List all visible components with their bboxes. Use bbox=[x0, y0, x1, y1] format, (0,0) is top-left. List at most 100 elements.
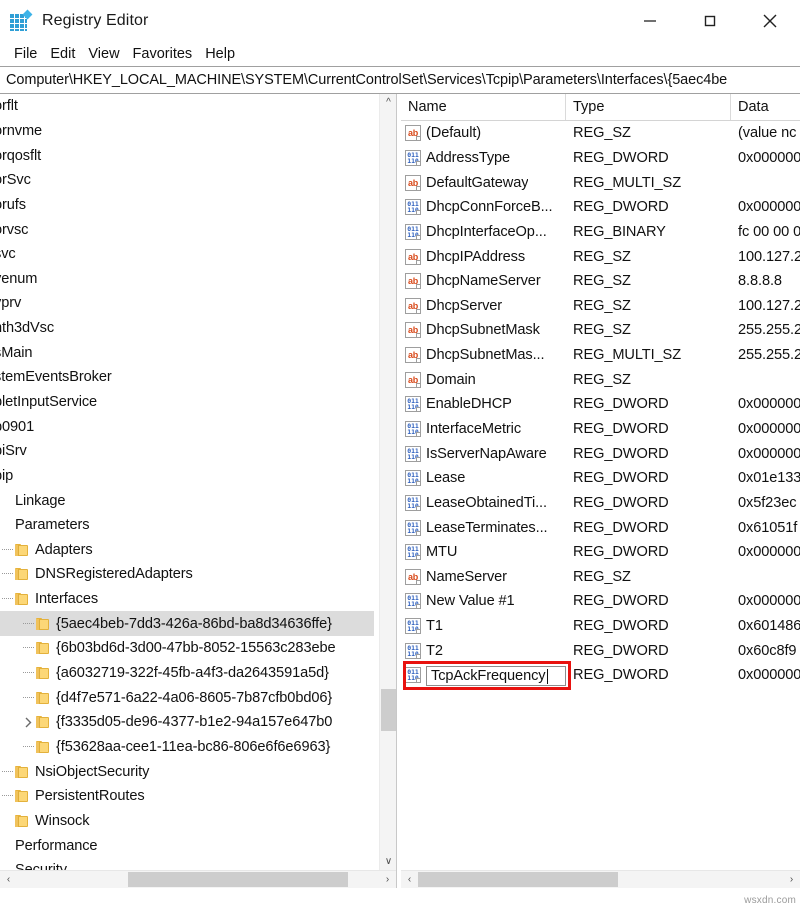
value-row[interactable]: ab DhcpNameServer REG_SZ 8.8.8.8 bbox=[401, 269, 800, 294]
address-bar[interactable]: Computer\HKEY_LOCAL_MACHINE\SYSTEM\Curre… bbox=[0, 66, 800, 94]
tree-item-label: orvsc bbox=[0, 221, 29, 238]
value-row[interactable]: 011110 MTU REG_DWORD 0x0000000 bbox=[401, 540, 800, 565]
tree-item[interactable]: {6b03bd6d-3d00-47bb-8052-15563c283ebe bbox=[0, 636, 374, 661]
menu-item-view[interactable]: View bbox=[82, 45, 126, 64]
tree-item[interactable]: Adapters bbox=[0, 538, 374, 563]
values-hscroll-right-icon[interactable]: › bbox=[783, 871, 800, 888]
value-name-text: DhcpSubnetMas... bbox=[426, 347, 545, 364]
tree-item[interactable]: {5aec4beb-7dd3-426a-86bd-ba8d34636ffe} bbox=[0, 611, 374, 637]
folder-icon bbox=[36, 617, 52, 631]
tree-item[interactable]: orSvc bbox=[0, 168, 374, 193]
tree-item-label: vprv bbox=[0, 295, 22, 312]
menu-item-help[interactable]: Help bbox=[199, 45, 242, 64]
value-row[interactable]: 011 110 LeaseTerminates... REG_DWORD 0x61051… bbox=[401, 515, 800, 540]
value-type-cell: REG_SZ bbox=[573, 273, 631, 290]
menu-item-edit[interactable]: Edit bbox=[44, 45, 82, 64]
value-data-cell: (value nc bbox=[738, 125, 797, 142]
tree-hscroll-left-icon[interactable]: ‹ bbox=[0, 871, 17, 888]
value-row[interactable]: 011 110 Lease REG_DWORD 0x01e133 bbox=[401, 466, 800, 491]
tree-item[interactable]: Interfaces bbox=[0, 587, 374, 612]
tree-scroll-down-icon[interactable]: ∨ bbox=[380, 853, 396, 870]
tree-item[interactable]: sMain bbox=[0, 340, 374, 365]
menu-item-favorites[interactable]: Favorites bbox=[127, 45, 200, 64]
value-row[interactable]: 011 110 LeaseObtainedTi... REG_DWORD 0x5f23e… bbox=[401, 491, 800, 516]
value-type-cell: REG_SZ bbox=[573, 568, 631, 585]
tree-item[interactable]: Parameters bbox=[0, 513, 374, 538]
tree-item[interactable]: Winsock bbox=[0, 809, 374, 834]
value-name-cell: ab NameServer bbox=[401, 568, 566, 585]
values-list[interactable]: ab (Default) REG_SZ (value nc 011 110 AddressT… bbox=[401, 121, 800, 688]
tree-item-label: bletInputService bbox=[0, 394, 98, 410]
value-row[interactable]: ab DhcpServer REG_SZ 100.127.2 bbox=[401, 293, 800, 318]
values-hscroll-left-icon[interactable]: ‹ bbox=[401, 871, 418, 888]
tree-item[interactable]: PersistentRoutes bbox=[0, 784, 374, 809]
value-row[interactable]: ab DhcpIPAddress REG_SZ 100.127.2 bbox=[401, 244, 800, 269]
tree-hscroll-thumb[interactable] bbox=[128, 872, 348, 887]
tree-item[interactable]: svc bbox=[0, 242, 374, 267]
maximize-button[interactable] bbox=[680, 0, 740, 42]
column-header-data[interactable]: Data bbox=[731, 94, 800, 120]
registry-tree[interactable]: orflt ornvme orqosflt orSvc orufs orvsc svc ven… bbox=[0, 94, 374, 870]
tree-item[interactable]: {a6032719-322f-45fb-a4f3-da2643591a5d} bbox=[0, 661, 374, 686]
tree-item[interactable]: orufs bbox=[0, 193, 374, 218]
minimize-button[interactable] bbox=[620, 0, 680, 42]
value-rename-input[interactable]: TcpAckFrequency bbox=[426, 666, 566, 687]
value-row[interactable]: 011110 New Value #1 REG_DWORD 0x0000000 bbox=[401, 589, 800, 614]
value-row[interactable]: 011110 EnableDHCP REG_DWORD 0x0000000 bbox=[401, 392, 800, 417]
value-type-cell: REG_DWORD bbox=[573, 421, 669, 437]
string-value-icon: ab bbox=[405, 174, 421, 191]
tree-hscroll-right-icon[interactable]: › bbox=[379, 871, 396, 888]
tree-item[interactable]: Linkage bbox=[0, 488, 374, 513]
tree-item[interactable]: orflt bbox=[0, 94, 374, 119]
value-row[interactable]: ab DhcpSubnetMas... REG_MULTI_SZ 255.255.2 bbox=[401, 343, 800, 368]
value-row[interactable]: 011 110 DhcpInterfaceOp... REG_BINARY fc 00 … bbox=[401, 220, 800, 245]
tree-item[interactable]: piSrv bbox=[0, 439, 374, 464]
value-row[interactable]: ab (Default) REG_SZ (value nc bbox=[401, 121, 800, 146]
chevron-right-icon[interactable] bbox=[20, 714, 36, 730]
tree-item[interactable]: p0901 bbox=[0, 414, 374, 439]
tree-item[interactable]: {f3335d05-de96-4377-b1e2-94a157e647b0 bbox=[0, 710, 374, 735]
value-name-text: T1 bbox=[426, 618, 443, 635]
column-header-type[interactable]: Type bbox=[566, 94, 731, 120]
tree-item[interactable]: vprv bbox=[0, 291, 374, 316]
tree-item[interactable]: NsiObjectSecurity bbox=[0, 759, 374, 784]
maximize-icon bbox=[704, 15, 716, 27]
value-row[interactable]: 011110 InterfaceMetric REG_DWORD 0x0000000 bbox=[401, 417, 800, 442]
value-name-cell: ab DhcpServer bbox=[401, 297, 566, 314]
value-row[interactable]: 011110 AddressType REG_DWORD 0x0000000 bbox=[401, 146, 800, 171]
string-value-icon: ab bbox=[405, 322, 421, 339]
value-row[interactable]: ab NameServer REG_SZ bbox=[401, 565, 800, 590]
tree-item[interactable]: Performance bbox=[0, 833, 374, 858]
tree-item[interactable]: DNSRegisteredAdapters bbox=[0, 562, 374, 587]
tree-item[interactable]: ornvme bbox=[0, 119, 374, 144]
value-name-text: New Value #1 bbox=[426, 593, 515, 610]
value-data-cell: 100.127.2 bbox=[738, 297, 800, 314]
values-horizontal-scrollbar[interactable]: ‹ › bbox=[401, 870, 800, 888]
tree-scroll-up-icon[interactable]: ^ bbox=[380, 94, 396, 111]
tree-item[interactable]: venum bbox=[0, 266, 374, 291]
value-row[interactable]: 011 110 T2 REG_DWORD 0x60c8f9 bbox=[401, 638, 800, 663]
tree-vertical-scrollbar[interactable]: ^ ∨ bbox=[379, 94, 396, 870]
values-hscroll-thumb[interactable] bbox=[418, 872, 618, 887]
value-row[interactable]: 011 110 DhcpConnForceB... REG_DWORD 0x000000… bbox=[401, 195, 800, 220]
value-data-cell: 0x0000000 bbox=[738, 593, 800, 610]
value-row[interactable]: 011 110 T1 REG_DWORD 0x601486 bbox=[401, 614, 800, 639]
value-row[interactable]: ab Domain REG_SZ bbox=[401, 367, 800, 392]
tree-item[interactable]: pip bbox=[0, 464, 374, 489]
tree-item[interactable]: {d4f7e571-6a22-4a06-8605-7b87cfb0bd06} bbox=[0, 685, 374, 710]
value-row[interactable]: ab DhcpSubnetMask REG_SZ 255.255.2 bbox=[401, 318, 800, 343]
value-row[interactable]: 011110 IsServerNapAware REG_DWORD 0x0000000 bbox=[401, 441, 800, 466]
value-row[interactable]: ab DefaultGateway REG_MULTI_SZ bbox=[401, 170, 800, 195]
menu-item-file[interactable]: File bbox=[8, 45, 44, 64]
tree-horizontal-scrollbar[interactable]: ‹ › bbox=[0, 870, 396, 888]
close-button[interactable] bbox=[740, 0, 800, 42]
tree-item[interactable]: orqosflt bbox=[0, 143, 374, 168]
tree-item[interactable]: stemEventsBroker bbox=[0, 365, 374, 390]
tree-item[interactable]: Security bbox=[0, 858, 374, 870]
tree-item[interactable]: {f53628aa-cee1-11ea-bc86-806e6f6e6963} bbox=[0, 735, 374, 760]
column-header-name[interactable]: Name bbox=[401, 94, 566, 120]
tree-item[interactable]: orvsc bbox=[0, 217, 374, 242]
tree-item[interactable]: bletInputService bbox=[0, 390, 374, 415]
tree-item[interactable]: nth3dVsc bbox=[0, 316, 374, 341]
tree-scroll-thumb[interactable] bbox=[381, 689, 396, 731]
